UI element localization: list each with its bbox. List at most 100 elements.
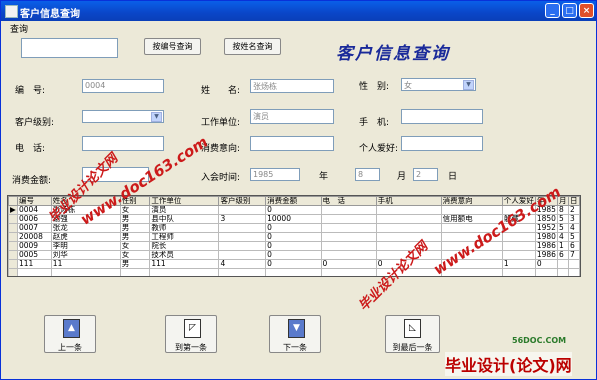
intent-field[interactable]	[250, 136, 334, 151]
table-cell[interactable]	[375, 214, 442, 224]
table-cell[interactable]: 5	[567, 232, 580, 242]
table-cell[interactable]	[501, 250, 536, 260]
table-cell[interactable]	[440, 205, 503, 215]
gender-select[interactable]: 女 ▼	[401, 78, 476, 91]
table-cell[interactable]: 5	[556, 214, 569, 224]
grid-column-header[interactable]: 消费金额	[265, 196, 322, 206]
table-cell[interactable]: 男	[119, 214, 151, 224]
grid-column-header[interactable]: 电 话	[320, 196, 377, 206]
table-cell[interactable]: 1952	[534, 223, 558, 233]
last-record-button[interactable]: ◺ 到最后一条	[385, 315, 440, 353]
table-cell[interactable]	[265, 268, 322, 276]
chevron-down-icon[interactable]: ▼	[463, 80, 474, 90]
table-cell[interactable]	[567, 268, 580, 276]
table-cell[interactable]: 6	[567, 241, 580, 251]
table-cell[interactable]: 0	[265, 232, 322, 242]
grid-column-header[interactable]: 日	[567, 196, 580, 206]
table-cell[interactable]: 1850	[534, 214, 558, 224]
prev-record-button[interactable]: ▲ 上一条	[44, 315, 96, 353]
table-cell[interactable]: 教师	[149, 223, 220, 233]
table-cell[interactable]: 10000	[265, 214, 322, 224]
hobby-field[interactable]	[401, 136, 483, 151]
table-cell[interactable]: 男	[119, 232, 151, 242]
table-cell[interactable]	[119, 268, 151, 276]
table-cell[interactable]	[320, 232, 377, 242]
year-field[interactable]: 1985	[250, 168, 300, 181]
search-by-number-button[interactable]: 按编号查询	[144, 38, 201, 55]
table-cell[interactable]: 11	[50, 259, 121, 269]
phone-field[interactable]	[82, 136, 164, 151]
table-cell[interactable]: 111	[16, 259, 52, 269]
table-cell[interactable]: 0	[265, 223, 322, 233]
work-field[interactable]: 演员	[250, 109, 334, 124]
table-cell[interactable]: 0005	[16, 250, 52, 260]
close-button[interactable]: ×	[579, 3, 594, 18]
table-cell[interactable]	[534, 268, 558, 276]
table-cell[interactable]	[218, 250, 267, 260]
table-cell[interactable]: 女	[119, 241, 151, 251]
table-cell[interactable]: 111	[149, 259, 220, 269]
row-selector[interactable]	[8, 214, 18, 224]
search-by-name-button[interactable]: 按姓名查询	[224, 38, 281, 55]
table-cell[interactable]	[375, 223, 442, 233]
table-cell[interactable]: 1	[501, 259, 536, 269]
table-cell[interactable]: 1980	[534, 232, 558, 242]
row-selector[interactable]	[8, 223, 18, 233]
next-record-button[interactable]: ▼ 下一条	[269, 315, 321, 353]
table-cell[interactable]	[218, 241, 267, 251]
table-cell[interactable]: 0007	[16, 223, 52, 233]
table-cell[interactable]: 女	[119, 205, 151, 215]
level-select[interactable]: ▼	[82, 110, 164, 123]
mobile-field[interactable]	[401, 109, 483, 124]
keyword-input[interactable]	[21, 38, 118, 58]
table-cell[interactable]: 0009	[16, 241, 52, 251]
row-selector[interactable]	[8, 232, 18, 242]
table-cell[interactable]: 赵虎	[50, 232, 121, 242]
grid-column-header[interactable]: 手机	[375, 196, 442, 206]
table-cell[interactable]	[320, 250, 377, 260]
table-cell[interactable]: 刘华	[50, 250, 121, 260]
row-selector[interactable]	[8, 259, 18, 269]
table-cell[interactable]: 5	[556, 223, 569, 233]
grid-column-header[interactable]: 客户级别	[218, 196, 267, 206]
table-cell[interactable]	[218, 205, 267, 215]
table-row[interactable]: 111 11 男 111 4 0 0 0 1 0	[8, 259, 580, 269]
table-cell[interactable]: 李明	[50, 241, 121, 251]
table-cell[interactable]: 男	[119, 223, 151, 233]
table-cell[interactable]	[50, 268, 121, 276]
table-cell[interactable]	[218, 268, 267, 276]
table-cell[interactable]: 4	[567, 223, 580, 233]
name-field[interactable]: 张炀栋	[250, 79, 334, 93]
first-record-button[interactable]: ◸ 到第一条	[165, 315, 217, 353]
table-cell[interactable]: 男	[119, 259, 151, 269]
table-cell[interactable]	[375, 205, 442, 215]
table-cell[interactable]: 0	[265, 205, 322, 215]
table-cell[interactable]: 女	[119, 250, 151, 260]
table-row[interactable]: 0005 刘华女技术员 0 1986 6 7	[8, 250, 580, 260]
table-cell[interactable]: 演员	[149, 205, 220, 215]
table-cell[interactable]: 0	[534, 259, 558, 269]
table-cell[interactable]	[218, 232, 267, 242]
number-field[interactable]: 0004	[82, 79, 164, 93]
table-cell[interactable]: 技术员	[149, 250, 220, 260]
grid-column-header[interactable]: 消费意向	[440, 196, 503, 206]
table-cell[interactable]	[320, 214, 377, 224]
chevron-down-icon[interactable]: ▼	[151, 112, 162, 122]
maximize-button[interactable]: □	[562, 3, 577, 18]
table-cell[interactable]	[501, 241, 536, 251]
table-cell[interactable]: 4	[218, 259, 267, 269]
month-field[interactable]: 8	[355, 168, 380, 181]
grid-column-header[interactable]: 工作单位	[149, 196, 220, 206]
table-cell[interactable]	[501, 268, 536, 276]
table-cell[interactable]: 0	[320, 259, 377, 269]
table-cell[interactable]: 工程师	[149, 232, 220, 242]
table-cell[interactable]: 1	[556, 241, 569, 251]
table-cell[interactable]	[320, 268, 377, 276]
table-cell[interactable]	[149, 268, 220, 276]
table-cell[interactable]	[556, 268, 569, 276]
table-cell[interactable]	[320, 223, 377, 233]
table-cell[interactable]: 3	[567, 214, 580, 224]
table-cell[interactable]: 2	[567, 205, 580, 215]
row-selector[interactable]: ▶	[8, 205, 18, 215]
table-cell[interactable]: 0	[265, 241, 322, 251]
